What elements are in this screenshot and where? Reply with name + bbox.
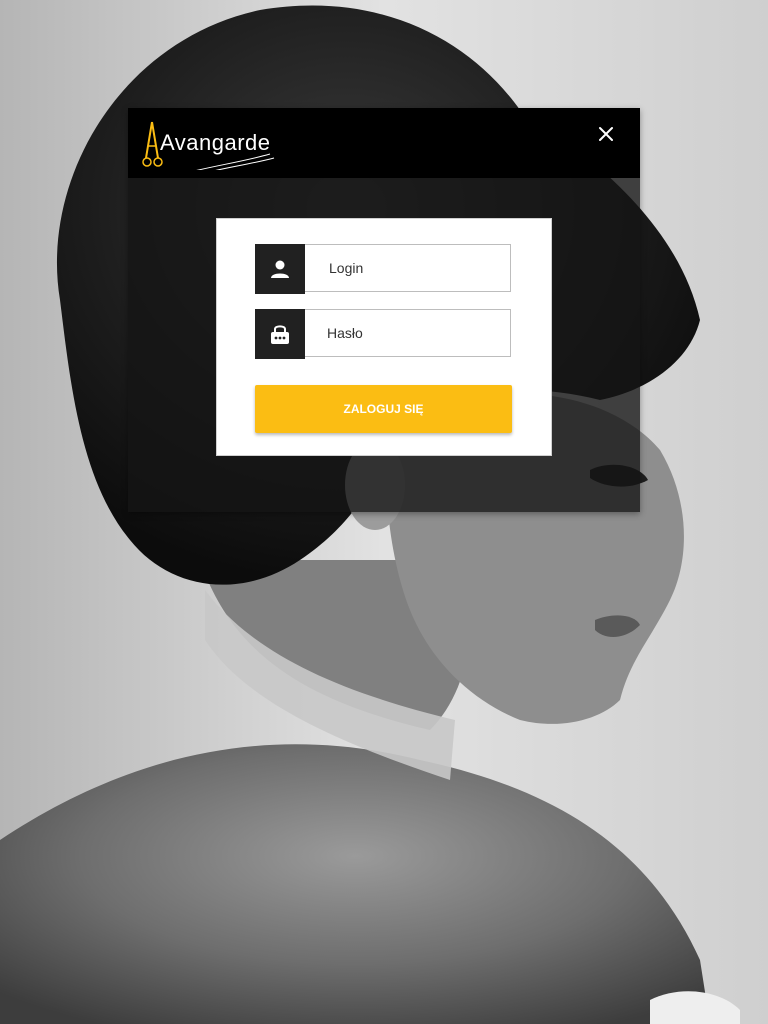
login-button[interactable]: ZALOGUJ SIĘ — [255, 385, 512, 433]
login-modal: Avangarde Login Hasło ZALOGUJ SIĘ — [128, 108, 640, 512]
user-icon — [271, 260, 289, 278]
login-field[interactable]: Login — [255, 244, 511, 294]
lock-icon — [271, 325, 289, 344]
modal-header: Avangarde — [128, 108, 640, 178]
password-icon-box — [255, 309, 305, 359]
close-icon[interactable] — [594, 122, 618, 146]
login-screen: Avangarde Login Hasło ZALOGUJ SIĘ — [0, 0, 768, 1024]
login-input[interactable]: Login — [329, 260, 363, 276]
brand-logo: Avangarde — [142, 118, 282, 177]
brand-name: Avangarde — [160, 130, 271, 155]
login-icon-box — [255, 244, 305, 294]
close-button[interactable] — [594, 122, 618, 146]
password-field[interactable]: Hasło — [255, 309, 511, 359]
login-form: Login Hasło ZALOGUJ SIĘ — [216, 218, 552, 456]
password-input[interactable]: Hasło — [327, 325, 363, 341]
